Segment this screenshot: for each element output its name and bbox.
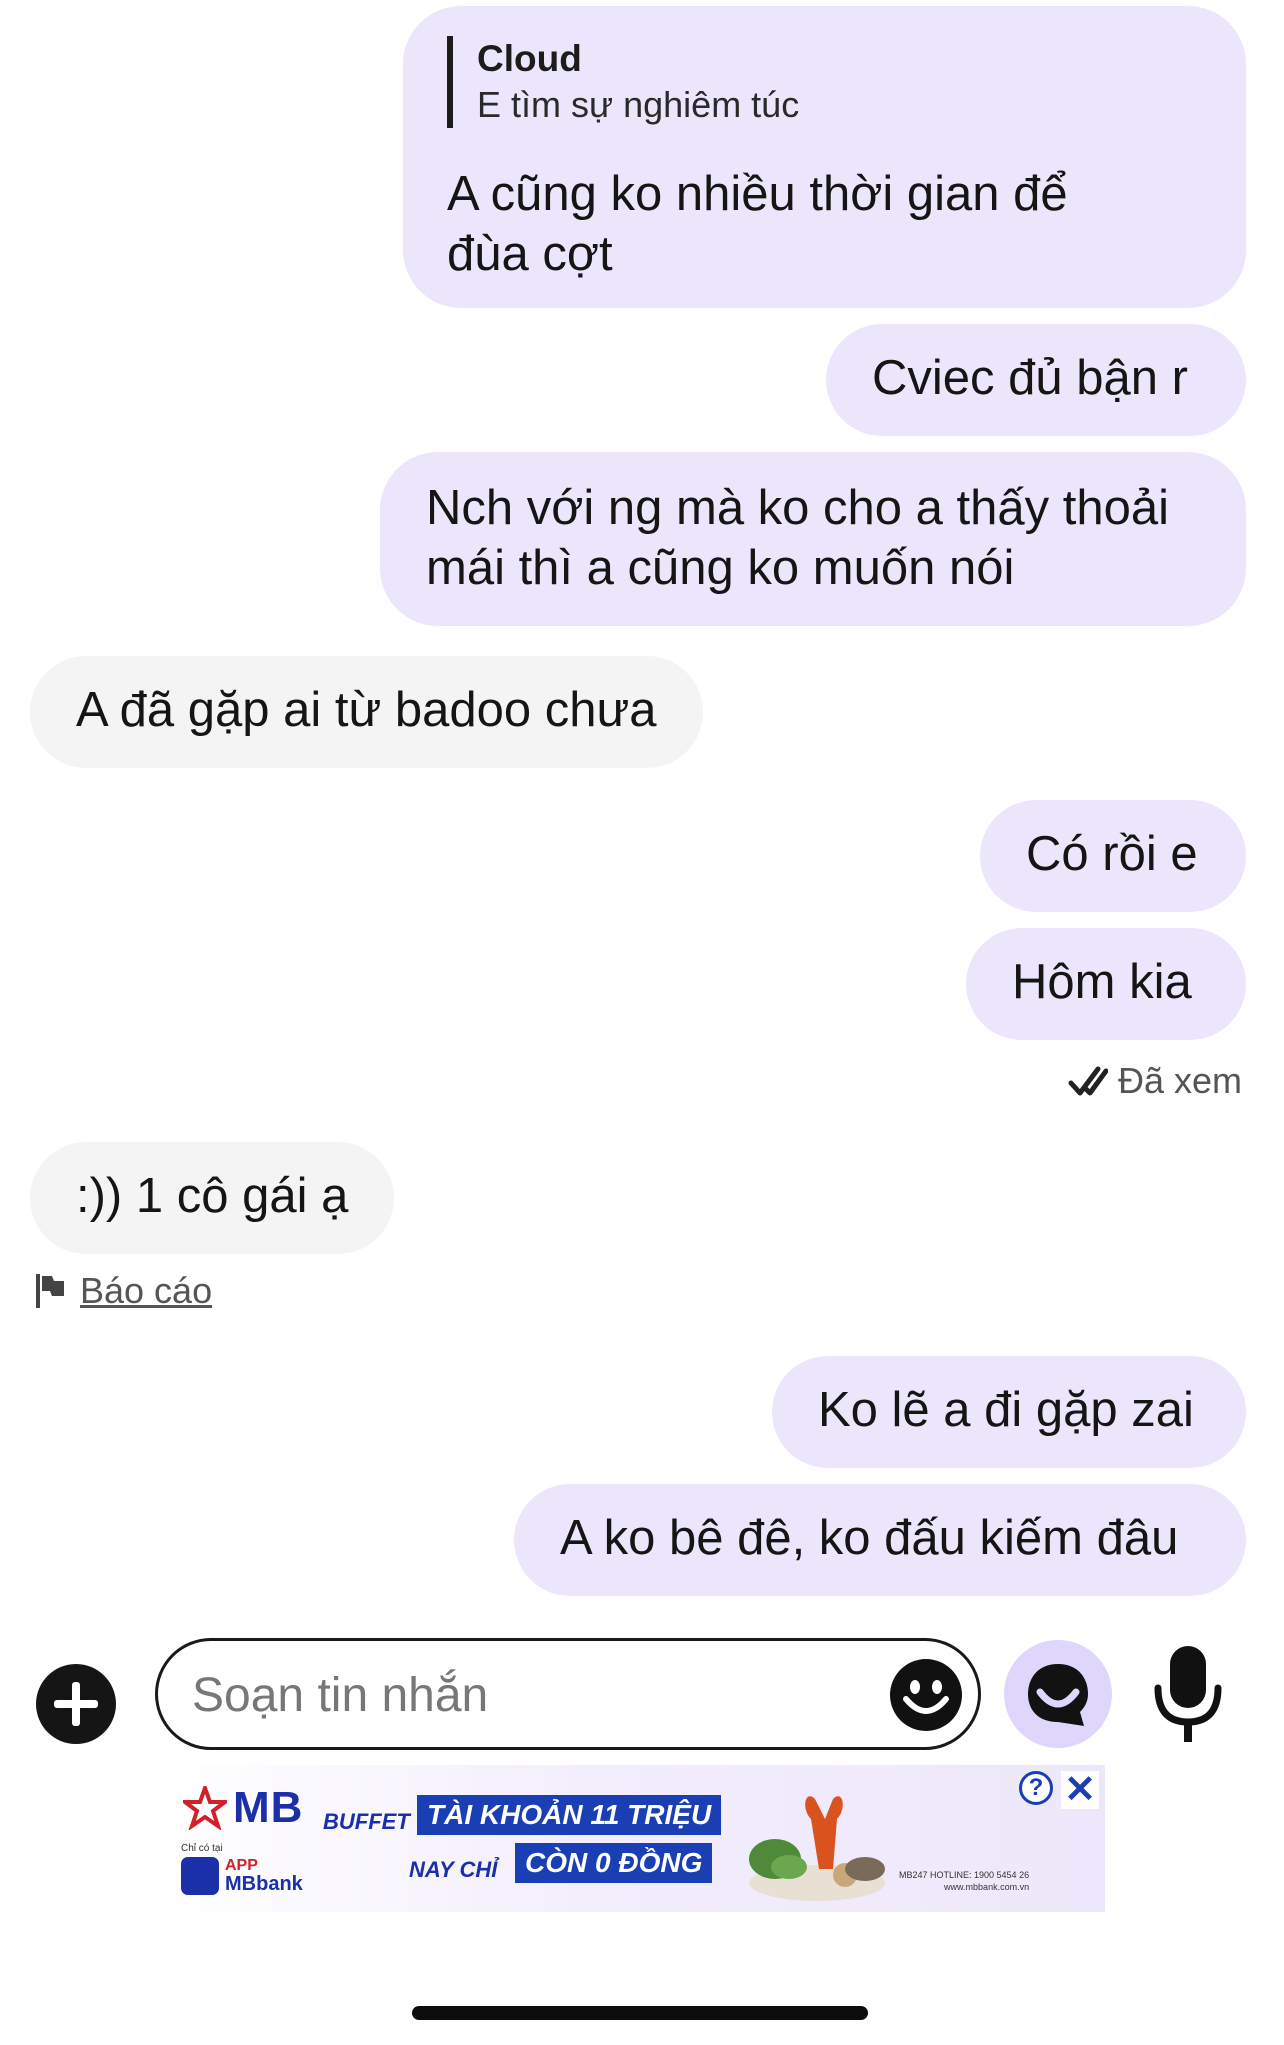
message-text: Ko lẽ a đi gặp zai [818, 1383, 1194, 1437]
reply-quote[interactable]: Cloud E tìm sự nghiêm túc [447, 36, 799, 128]
ad-subline: CÒN 0 ĐỒNG [515, 1843, 713, 1883]
double-check-icon [1068, 1066, 1108, 1096]
message-text: A đã gặp ai từ badoo chưa [76, 683, 657, 737]
message-bubble-outgoing[interactable]: Cloud E tìm sự nghiêm túc A cũng ko nhiề… [403, 6, 1246, 308]
mb-logo: MB [183, 1783, 303, 1833]
emoji-button[interactable] [888, 1657, 964, 1733]
ad-app-line1: APP [225, 1857, 258, 1874]
reply-author: Cloud [477, 38, 582, 79]
microphone-icon [1154, 1646, 1222, 1742]
ad-website: www.mbbank.com.vn [944, 1882, 1030, 1892]
message-bubble-outgoing[interactable]: Hôm kia [966, 928, 1246, 1040]
smiley-icon [890, 1659, 962, 1731]
ad-naychi: NAY CHỈ [409, 1857, 498, 1882]
message-text: A cũng ko nhiều thời gian để [447, 167, 1068, 221]
plus-circle-icon [54, 1682, 98, 1726]
message-input[interactable] [190, 1659, 844, 1731]
ad-app-badge: APP MBbank [181, 1857, 303, 1895]
message-bubble-incoming[interactable]: A đã gặp ai từ badoo chưa [30, 656, 703, 768]
ad-headline: TÀI KHOẢN 11 TRIỆU [417, 1795, 722, 1835]
message-text: Nch với ng mà ko cho a thấy thoải [426, 481, 1170, 535]
message-bubble-incoming[interactable]: :)) 1 cô gái ạ [30, 1142, 395, 1254]
message-bubble-outgoing[interactable]: Có rồi e [980, 800, 1246, 912]
message-text: Cviec đủ bận r [872, 351, 1188, 405]
home-indicator[interactable] [412, 2006, 868, 2020]
message-text: mái thì a cũng ko muốn nói [426, 541, 1015, 595]
ad-hotline: MB247 HOTLINE: 1900 5454 26 www.mbbank.c… [899, 1869, 1029, 1893]
ad-app-line2: MBbank [225, 1873, 303, 1895]
icebreaker-button[interactable] [1004, 1640, 1112, 1748]
message-text: Hôm kia [1012, 955, 1192, 1009]
report-label[interactable]: Báo cáo [80, 1270, 212, 1312]
ad-banner[interactable]: MB Chỉ có tại APP MBbank BUFFET TÀI KHOẢ… [159, 1765, 1105, 1912]
seen-label: Đã xem [1117, 1060, 1242, 1101]
message-bubble-outgoing[interactable]: A ko bê đê, ko đấu kiếm đâu [514, 1484, 1246, 1596]
message-text: Có rồi e [1026, 827, 1198, 881]
lobster-food-image [749, 1796, 885, 1901]
ad-buffet: BUFFET [323, 1809, 410, 1834]
ad-app-small: Chỉ có tại [181, 1843, 223, 1854]
message-text: :)) 1 cô gái ạ [76, 1169, 349, 1223]
message-text: A ko bê đê, ko đấu kiếm đâu [560, 1511, 1179, 1565]
seen-indicator: Đã xem [1068, 1060, 1242, 1102]
ad-close-button[interactable]: ✕ [1061, 1771, 1099, 1809]
message-bubble-outgoing[interactable]: Ko lẽ a đi gặp zai [772, 1356, 1246, 1468]
ad-info-button[interactable]: ? [1019, 1771, 1053, 1805]
reply-text: E tìm sự nghiêm túc [477, 84, 800, 125]
message-bubble-outgoing[interactable]: Cviec đủ bận r [826, 324, 1246, 436]
ad-hotline-text: MB247 HOTLINE: 1900 5454 26 [899, 1870, 1030, 1880]
chat-bubble-smile-icon [1028, 1664, 1088, 1726]
ad-brand: MB [233, 1783, 304, 1832]
flag-icon [36, 1274, 64, 1308]
add-attachment-button[interactable] [36, 1664, 116, 1744]
mb-star-icon [183, 1786, 227, 1830]
message-composer[interactable] [155, 1638, 981, 1750]
report-link[interactable]: Báo cáo [34, 1270, 212, 1312]
message-text: đùa cợt [447, 227, 613, 281]
message-bubble-outgoing[interactable]: Nch với ng mà ko cho a thấy thoải mái th… [380, 452, 1246, 626]
mbbank-app-icon [181, 1857, 219, 1895]
voice-message-button[interactable] [1150, 1644, 1226, 1748]
